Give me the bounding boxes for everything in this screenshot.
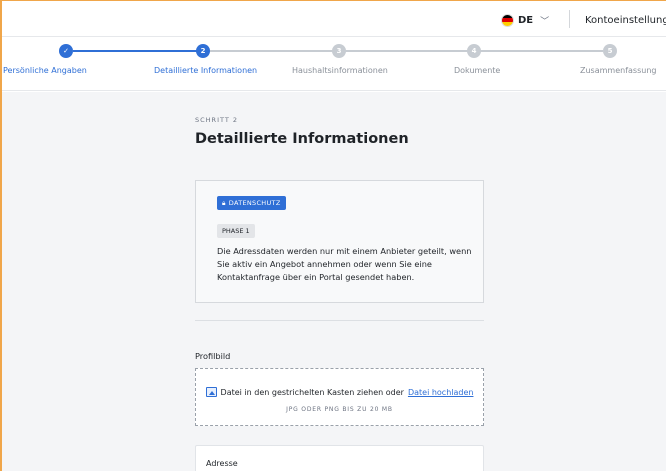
profile-picture-dropzone[interactable]: Datei in den gestrichelten Kasten ziehen… [195, 368, 484, 426]
step-3-indicator: 3 [332, 44, 346, 58]
profile-picture-label: Profilbild [195, 351, 231, 361]
phase-badge-label: PHASE 1 [222, 227, 250, 235]
address-card: Adresse [195, 445, 484, 471]
privacy-badge-label: DATENSCHUTZ [228, 199, 281, 207]
section-divider [195, 320, 484, 321]
image-icon [205, 387, 217, 397]
step-connector-3 [343, 50, 468, 52]
privacy-description: Die Adressdaten werden nur mit einem Anb… [217, 246, 472, 282]
chevron-down-icon: ﹀ [540, 16, 550, 27]
step-eyebrow: SCHRITT 2 [195, 116, 239, 124]
language-selector[interactable]: DE ﹀ [501, 12, 549, 28]
step-4-label: Dokumente [454, 66, 501, 75]
language-code: DE [518, 14, 534, 26]
phase-badge: PHASE 1 [217, 224, 255, 238]
progress-stepper: ✓ 2 3 4 5 Persönliche Angaben Detaillier… [2, 37, 666, 91]
dropzone-text: Datei in den gestrichelten Kasten ziehen… [220, 387, 404, 397]
top-header: DE ﹀ Kontoeinstellung ⚙ [2, 1, 666, 37]
dropzone-instructions: Datei in den gestrichelten Kasten ziehen… [196, 387, 483, 397]
upload-file-link[interactable]: Datei hochladen [408, 388, 474, 397]
account-settings-button[interactable]: Kontoeinstellung ⚙ [585, 12, 666, 28]
privacy-badge: 🔒︎ DATENSCHUTZ [217, 196, 286, 210]
account-settings-label: Kontoeinstellung [585, 14, 666, 26]
file-format-hint: JPG ODER PNG BIS ZU 20 MB [286, 406, 393, 413]
germany-flag-icon [501, 13, 514, 27]
step-5-indicator: 5 [603, 44, 617, 58]
step-2-indicator[interactable]: 2 [196, 44, 210, 58]
page-title: Detaillierte Informationen [195, 131, 409, 147]
step-2-label[interactable]: Detaillierte Informationen [154, 66, 257, 75]
step-connector-4 [478, 50, 603, 52]
step-1-check-icon[interactable]: ✓ [59, 44, 73, 58]
step-4-indicator: 4 [467, 44, 481, 58]
address-label: Adresse [206, 459, 238, 468]
step-5-label: Zusammenfassung [580, 66, 657, 75]
main-content: SCHRITT 2 Detaillierte Informationen 🔒︎ … [2, 92, 666, 471]
step-connector-2 [208, 50, 333, 52]
header-divider [569, 10, 570, 28]
app-frame: DE ﹀ Kontoeinstellung ⚙ ✓ 2 3 4 5 Persön… [0, 0, 666, 471]
step-3-label: Haushaltsinformationen [292, 66, 388, 75]
step-connector-1 [73, 50, 198, 52]
step-1-label[interactable]: Persönliche Angaben [3, 66, 87, 75]
lock-icon: 🔒︎ [222, 198, 226, 207]
privacy-info-card: 🔒︎ DATENSCHUTZ PHASE 1 Die Adressdaten w… [195, 180, 484, 303]
